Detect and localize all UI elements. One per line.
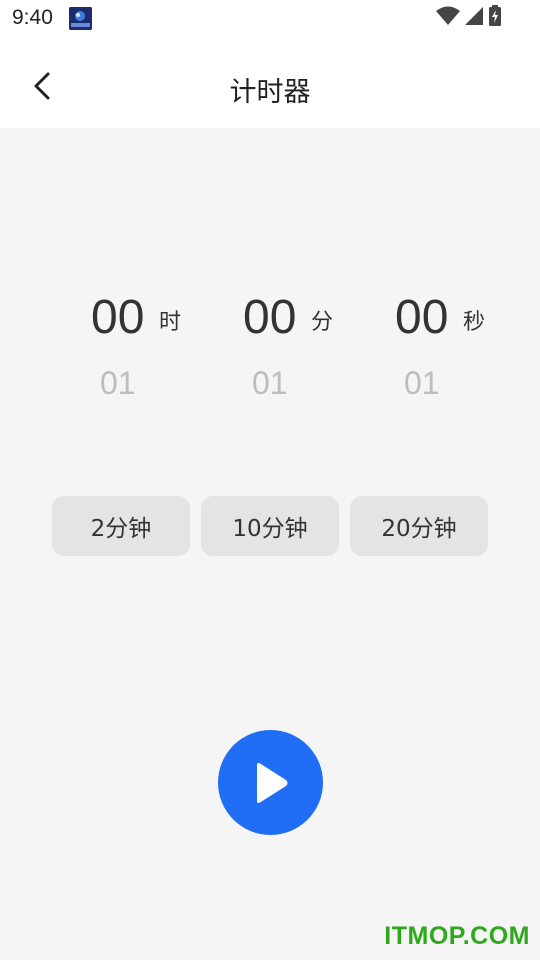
minutes-wheel[interactable]: 00 分 01 bbox=[243, 282, 373, 412]
preset-10min-button[interactable]: 10分钟 bbox=[201, 496, 339, 556]
seconds-unit: 秒 bbox=[463, 310, 486, 335]
preset-buttons: 2分钟 10分钟 20分钟 bbox=[52, 496, 488, 556]
status-icons bbox=[436, 5, 502, 31]
minutes-value[interactable]: 00 bbox=[243, 290, 296, 345]
battery-charging-icon bbox=[488, 5, 502, 31]
hours-wheel[interactable]: 00 时 01 bbox=[91, 282, 221, 412]
minutes-next-value[interactable]: 01 bbox=[252, 365, 288, 402]
watermark: ITMOP.COM bbox=[384, 922, 530, 950]
status-time: 9:40 bbox=[12, 6, 53, 29]
app-notification-icon bbox=[69, 7, 92, 30]
nav-bar: 计时器 bbox=[0, 40, 540, 128]
start-button[interactable] bbox=[218, 730, 323, 835]
hours-next-value[interactable]: 01 bbox=[100, 365, 136, 402]
time-picker: 00 时 01 00 分 01 00 秒 01 bbox=[0, 282, 540, 412]
preset-20min-button[interactable]: 20分钟 bbox=[350, 496, 488, 556]
page-title: 计时器 bbox=[229, 77, 311, 108]
seconds-next-value[interactable]: 01 bbox=[404, 365, 440, 402]
hours-unit: 时 bbox=[159, 310, 182, 335]
wifi-icon bbox=[436, 6, 460, 30]
minutes-unit: 分 bbox=[311, 310, 334, 335]
cellular-signal-icon bbox=[464, 6, 484, 30]
hours-value[interactable]: 00 bbox=[91, 290, 144, 345]
status-bar: 9:40 bbox=[0, 0, 540, 40]
preset-2min-button[interactable]: 2分钟 bbox=[52, 496, 190, 556]
play-icon bbox=[256, 762, 287, 803]
seconds-value[interactable]: 00 bbox=[395, 290, 448, 345]
seconds-wheel[interactable]: 00 秒 01 bbox=[395, 282, 525, 412]
